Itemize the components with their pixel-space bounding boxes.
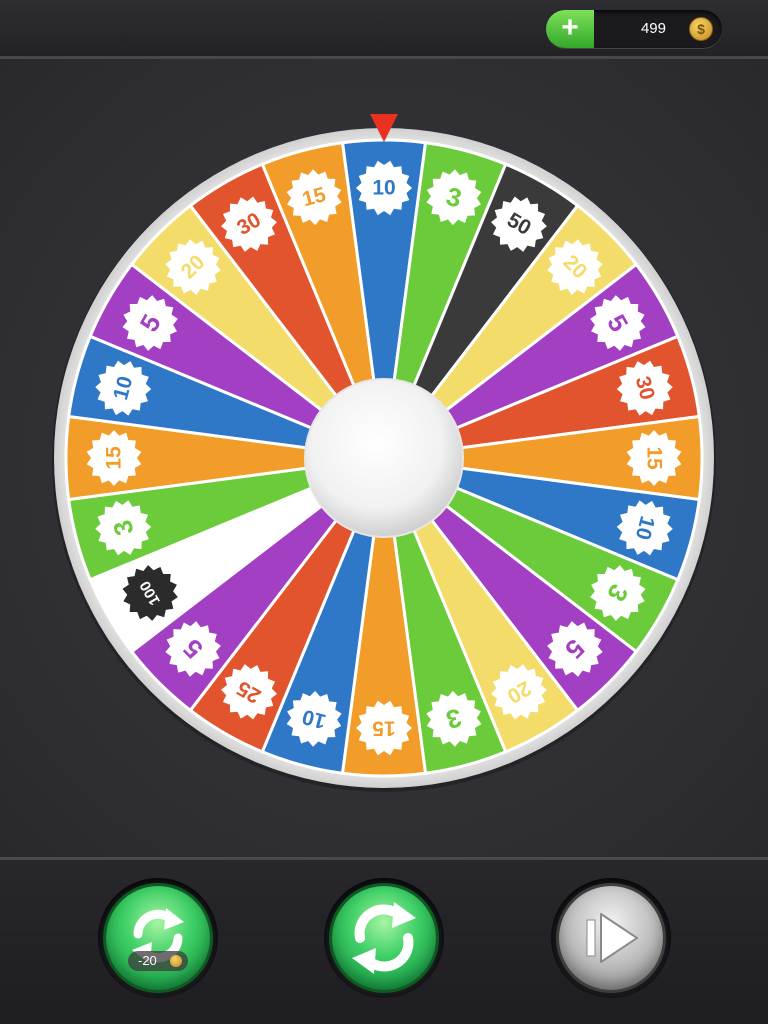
prize-value: 10 [372, 177, 395, 200]
prize-value: 15 [372, 717, 396, 740]
coin-icon [170, 955, 182, 967]
wheel-hub [304, 378, 464, 538]
spin-cost: -20 [138, 953, 157, 968]
free-spin-icon [352, 902, 416, 974]
skip-icon [586, 913, 638, 963]
free-spin-button[interactable] [332, 886, 436, 990]
prize-value: 15 [643, 446, 666, 470]
paid-spin-well: -20 [98, 878, 218, 998]
paid-spin-button[interactable]: -20 [106, 886, 210, 990]
free-spin-well [324, 878, 444, 998]
prize-value: 15 [103, 446, 126, 470]
skip-button[interactable] [559, 886, 663, 990]
spin-cost-badge: -20 [128, 951, 188, 971]
skip-well [551, 878, 671, 998]
paid-spin-icon [132, 908, 184, 964]
